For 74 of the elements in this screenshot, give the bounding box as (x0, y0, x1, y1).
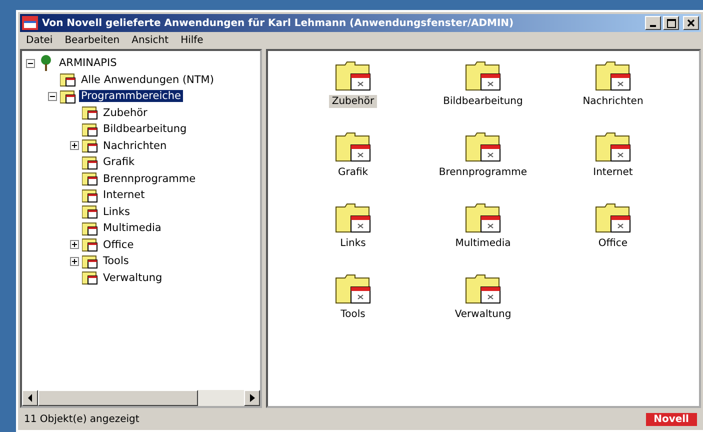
scroll-right-button[interactable] (244, 390, 260, 406)
folder-icon (82, 105, 98, 120)
tree-item[interactable]: Nachrichten (101, 140, 169, 152)
left-arrow-icon (28, 394, 32, 402)
folder-icon[interactable] (335, 61, 371, 91)
folder-label[interactable]: Brennprogramme (436, 166, 530, 179)
folder-icon (82, 270, 98, 286)
expander-icon[interactable] (70, 240, 79, 250)
scrollbar-thumb[interactable] (38, 390, 198, 406)
menu-item[interactable]: Bearbeiten (64, 35, 120, 46)
tree-item[interactable]: Bildbearbeitung (101, 123, 189, 136)
folder-label[interactable]: Office (595, 237, 631, 250)
scroll-left-button[interactable] (22, 390, 38, 406)
window-title: Von Novell gelieferte Anwendungen für Karl Lehmann (Anwendungsfenster/ADMIN) (42, 18, 515, 28)
tree-item[interactable]: Office (101, 238, 136, 251)
menu-item[interactable]: Ansicht (132, 35, 169, 46)
folder-label[interactable]: Links (337, 237, 369, 250)
tree-item[interactable]: Grafik (101, 156, 137, 168)
close-button[interactable] (683, 16, 699, 30)
folder-icon (82, 171, 98, 186)
close-icon (687, 19, 695, 27)
folder-icon (82, 204, 98, 220)
folder-icon (60, 88, 76, 104)
folder-icon[interactable] (595, 132, 631, 162)
folder-label[interactable]: Bildbearbeitung (440, 95, 526, 108)
tree-item[interactable]: Zubehör (101, 106, 150, 119)
folder-icon[interactable] (465, 132, 501, 162)
folder-label[interactable]: Nachrichten (580, 95, 646, 108)
folder-label[interactable]: Verwaltung (452, 308, 514, 321)
tree-item[interactable]: ARMINAPIS (57, 57, 119, 70)
expander-icon[interactable] (48, 92, 57, 101)
folder-icon[interactable] (465, 61, 501, 91)
folder-icon (82, 220, 98, 236)
folder-label[interactable]: Zubehör (328, 95, 378, 108)
maximize-icon (666, 18, 676, 28)
folder-icon[interactable] (335, 203, 371, 233)
horizontal-scrollbar[interactable] (22, 390, 260, 406)
menu-item[interactable]: Hilfe (180, 35, 204, 46)
folder-label[interactable]: Grafik (334, 166, 372, 179)
folder-icon[interactable] (335, 132, 371, 162)
novell-badge: Novell (646, 412, 697, 426)
tree-icon (38, 55, 54, 72)
folder-icon[interactable] (595, 203, 631, 233)
tree-item[interactable]: Tools (101, 255, 131, 268)
tree-item[interactable]: Internet (101, 189, 147, 202)
folder-icon[interactable] (335, 274, 371, 304)
right-arrow-icon (250, 394, 254, 402)
folder-icon (82, 138, 98, 154)
folder-icon (82, 237, 98, 252)
folder-icon (82, 154, 98, 170)
folder-label[interactable]: Multimedia (452, 237, 514, 250)
maximize-button[interactable] (663, 16, 679, 30)
status-text: 11 Objekt(e) angezeigt (24, 414, 140, 424)
folder-label[interactable]: Internet (590, 166, 636, 179)
folder-icon[interactable] (465, 274, 501, 304)
folder-label[interactable]: Tools (338, 308, 368, 321)
app-icon (22, 16, 38, 30)
folder-icon (82, 122, 98, 137)
tree-item[interactable]: Programmbereiche (79, 90, 184, 102)
folder-icon (82, 188, 98, 203)
folder-icon[interactable] (595, 61, 631, 91)
expander-icon[interactable] (26, 58, 35, 68)
folder-icon (60, 72, 76, 88)
minimize-button[interactable] (645, 16, 661, 30)
expander-icon[interactable] (70, 256, 79, 266)
menu-item[interactable]: Datei (26, 35, 53, 46)
tree-item[interactable]: Alle Anwendungen (NTM) (79, 74, 216, 86)
expander-icon[interactable] (70, 141, 79, 150)
folder-icon[interactable] (465, 203, 501, 233)
folder-icon (82, 254, 98, 269)
tree-item[interactable]: Multimedia (101, 222, 164, 234)
tree-item[interactable]: Verwaltung (101, 272, 164, 284)
tree-item[interactable]: Links (101, 206, 132, 218)
tree-item[interactable]: Brennprogramme (101, 172, 198, 185)
